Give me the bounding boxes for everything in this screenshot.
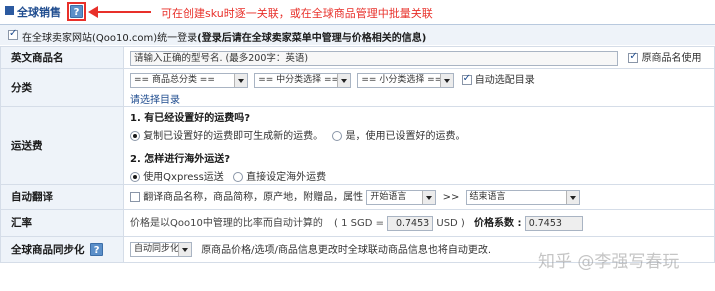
exchange-rate-suffix: USD ): [436, 218, 465, 230]
help-icon[interactable]: ?: [90, 243, 104, 256]
shipping-question-1: 1. 有已经设置好的运费吗?: [130, 112, 251, 124]
price-coefficient-label: 价格系数 :: [474, 218, 522, 230]
exchange-rate-prefix: ( 1 SGD =: [334, 218, 385, 230]
use-original-name-checkbox[interactable]: [628, 51, 639, 64]
direct-shipping-radio[interactable]: [232, 171, 243, 182]
value-english-name: 请输入正确的型号名. (最多200字：英语) 原商品名使用: [123, 46, 715, 69]
category-main-select[interactable]: == 商品总分类 ==: [130, 72, 248, 88]
help-icon[interactable]: ?: [70, 5, 83, 18]
chevron-down-icon: [234, 73, 247, 87]
chevron-down-icon: [565, 190, 579, 204]
section-title: 全球销售: [17, 6, 61, 19]
shipping-existing-radio[interactable]: [332, 130, 343, 141]
category-mid-select[interactable]: == 中分类选择 ==: [254, 72, 352, 88]
sync-label-text: 全球商品同步化: [11, 243, 85, 256]
price-coefficient-field: 0.7453: [524, 215, 583, 231]
global-login-checkbox[interactable]: [8, 28, 18, 40]
value-translate: 翻译商品名称，商品简称，原产地，附赠品，属性 开始语言 >> 结束语言: [123, 183, 715, 210]
exchange-rate-field: 0.7453: [387, 215, 434, 231]
value-category: == 商品总分类 == == 中分类选择 == == 小分类选择 == 自动选配…: [123, 68, 715, 107]
help-highlight-box: ?: [67, 2, 86, 21]
select-category-link[interactable]: 请选择目录: [130, 95, 180, 106]
end-language-select[interactable]: 结束语言: [465, 189, 580, 205]
shipping-copy-radio[interactable]: [130, 130, 140, 141]
category-main-text: == 商品总分类 ==: [134, 74, 215, 85]
row-translate: 自动翻译 翻译商品名称，商品简称，原产地，附赠品，属性 开始语言 >> 结束语言: [0, 183, 715, 210]
sync-select[interactable]: 自动同步化: [130, 242, 192, 258]
english-name-input[interactable]: 请输入正确的型号名. (最多200字：英语): [130, 50, 618, 66]
category-mid-text: == 中分类选择 ==: [258, 74, 340, 85]
shipping-question-2: 2. 怎样进行海外运送?: [130, 153, 231, 165]
chevron-down-icon: [337, 73, 351, 87]
global-login-note: (登录后请在全球卖家菜单中管理与价格相关的信息): [197, 33, 427, 44]
global-login-text: 在全球卖家网站(Qoo10.com)统一登录: [22, 33, 198, 44]
translate-label: 翻译商品名称，商品简称，原产地，附赠品，属性: [143, 192, 364, 204]
sync-note: 原商品价格/选项/商品信息更改时全球联动商品信息也将自动更改.: [201, 244, 492, 256]
value-exchange: 价格是以Qoo10中管理的比率而自动计算的 ( 1 SGD = 0.7453 U…: [123, 208, 715, 237]
exchange-text: 价格是以Qoo10中管理的比率而自动计算的: [130, 218, 323, 230]
arrow-line: [97, 11, 151, 13]
qxpress-label: 使用Qxpress运送: [143, 171, 224, 183]
row-shipping: 运送费 1. 有已经设置好的运费吗? 复制已设置好的运费即可生成新的运费。 是，…: [0, 105, 715, 185]
auto-select-checkbox[interactable]: [461, 73, 472, 85]
watermark: 知乎 @李强写春玩: [538, 252, 680, 272]
sync-select-text: 自动同步化: [134, 244, 180, 255]
label-english-name: 英文商品名: [0, 46, 124, 69]
direct-shipping-label: 直接设定海外运费: [246, 171, 327, 183]
row-exchange: 汇率 价格是以Qoo10中管理的比率而自动计算的 ( 1 SGD = 0.745…: [0, 208, 715, 237]
label-exchange: 汇率: [0, 208, 124, 237]
value-shipping: 1. 有已经设置好的运费吗? 复制已设置好的运费即可生成新的运费。 是，使用已设…: [123, 105, 715, 185]
translate-checkbox[interactable]: [130, 192, 140, 203]
label-translate: 自动翻译: [0, 183, 124, 210]
shipping-existing-label: 是，使用已设置好的运费。: [345, 130, 466, 142]
start-language-text: 开始语言: [370, 191, 407, 202]
section-bullet-icon: [5, 6, 14, 15]
section-header: 全球销售 ? 可在创建sku时逐一关联，或在全球商品管理中批量关联: [0, 0, 715, 24]
end-language-text: 结束语言: [469, 191, 506, 202]
label-sync: 全球商品同步化 ?: [0, 235, 124, 263]
global-login-label: 在全球卖家网站(Qoo10.com)统一登录(登录后请在全球卖家菜单中管理与价格…: [22, 29, 426, 44]
translate-arrow: >>: [442, 192, 460, 204]
chevron-down-icon: [440, 73, 454, 87]
global-sales-form: 英文商品名 请输入正确的型号名. (最多200字：英语) 原商品名使用 分类 =…: [0, 46, 715, 263]
annotation-text: 可在创建sku时逐一关联，或在全球商品管理中批量关联: [161, 7, 433, 20]
use-original-name-label: 原商品名使用: [641, 53, 702, 65]
shipping-copy-label: 复制已设置好的运费即可生成新的运费。: [143, 130, 324, 142]
row-english-name: 英文商品名 请输入正确的型号名. (最多200字：英语) 原商品名使用: [0, 46, 715, 69]
global-login-bar: 在全球卖家网站(Qoo10.com)统一登录(登录后请在全球卖家菜单中管理与价格…: [0, 25, 715, 45]
auto-select-label: 自动选配目录: [474, 75, 535, 86]
start-language-select[interactable]: 开始语言: [366, 189, 437, 205]
label-category: 分类: [0, 68, 124, 107]
chevron-down-icon: [422, 190, 436, 204]
chevron-down-icon: [178, 243, 191, 257]
row-category: 分类 == 商品总分类 == == 中分类选择 == == 小分类选择 == 自…: [0, 68, 715, 107]
label-shipping: 运送费: [0, 105, 124, 185]
category-sub-text: == 小分类选择 ==: [361, 74, 443, 85]
category-sub-select[interactable]: == 小分类选择 ==: [357, 72, 455, 88]
qxpress-radio[interactable]: [130, 171, 140, 182]
